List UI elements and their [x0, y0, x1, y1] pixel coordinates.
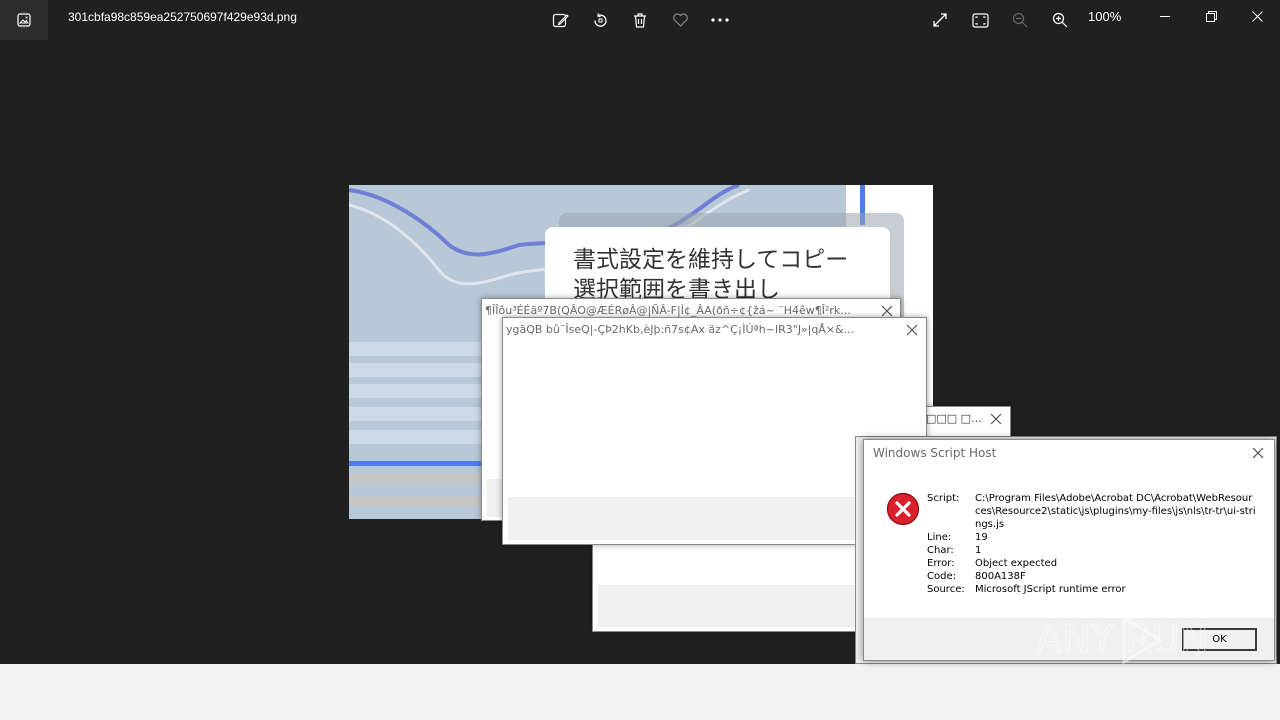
more-icon[interactable]: [704, 4, 736, 36]
char-value: 1: [975, 545, 982, 556]
script-value: C:\Program Files\Adobe\Acrobat DC\Acroba…: [975, 493, 1256, 530]
card-line-1: 書式設定を維持してコピー: [573, 247, 849, 273]
restore-icon[interactable]: [1188, 0, 1234, 32]
garbled-window-2-title: ygãQB bû¨ÎseQ|-ÇÞ2hKb,èJþ:ñ7s¢Ax äz^Ç¡ÌÚ…: [506, 323, 855, 336]
code-value: 800A138F: [975, 571, 1026, 582]
source-value: Microsoft JScript runtime error: [975, 584, 1126, 595]
error-value: Object expected: [975, 558, 1058, 569]
zoom-in-icon[interactable]: [1044, 4, 1076, 36]
close-icon[interactable]: [905, 323, 919, 337]
zoom-out-icon[interactable]: [1004, 4, 1036, 36]
code-label: Code:: [927, 571, 956, 582]
close-icon[interactable]: [1234, 0, 1280, 32]
error-details: Script: C:\Program Files\Adobe\Acrobat DC…: [927, 492, 1257, 596]
error-label: Error:: [927, 558, 955, 569]
char-label: Char:: [927, 545, 954, 556]
line-label: Line:: [927, 532, 952, 543]
photos-app-icon: [0, 0, 48, 40]
file-name: 301cbfa98c859ea252750697f429e93d.png: [68, 10, 297, 24]
fit-window-icon[interactable]: [964, 4, 996, 36]
source-label: Source:: [927, 584, 965, 595]
photo-viewer: 301cbfa98c859ea252750697f429e93d.png 100…: [0, 0, 1280, 665]
favorite-icon[interactable]: [664, 4, 696, 36]
close-icon[interactable]: [880, 304, 894, 318]
close-icon[interactable]: [989, 412, 1003, 426]
zoom-level[interactable]: 100%: [1088, 9, 1121, 24]
line-value: 19: [975, 532, 988, 543]
delete-icon[interactable]: [624, 4, 656, 36]
script-label: Script:: [927, 493, 960, 504]
rotate-icon[interactable]: [584, 4, 616, 36]
dialog-title: Windows Script Host: [873, 446, 997, 460]
fullscreen-icon[interactable]: [924, 4, 956, 36]
edit-image-icon[interactable]: [544, 4, 576, 36]
watermark-text: ANY RUN: [1036, 617, 1208, 661]
close-icon[interactable]: [1252, 447, 1264, 459]
error-icon: [886, 492, 920, 526]
anyrun-watermark-logo: ANY RUN: [1036, 615, 1209, 665]
minimize-icon[interactable]: [1142, 0, 1188, 32]
title-bar: 301cbfa98c859ea252750697f429e93d.png 100…: [0, 0, 1280, 40]
